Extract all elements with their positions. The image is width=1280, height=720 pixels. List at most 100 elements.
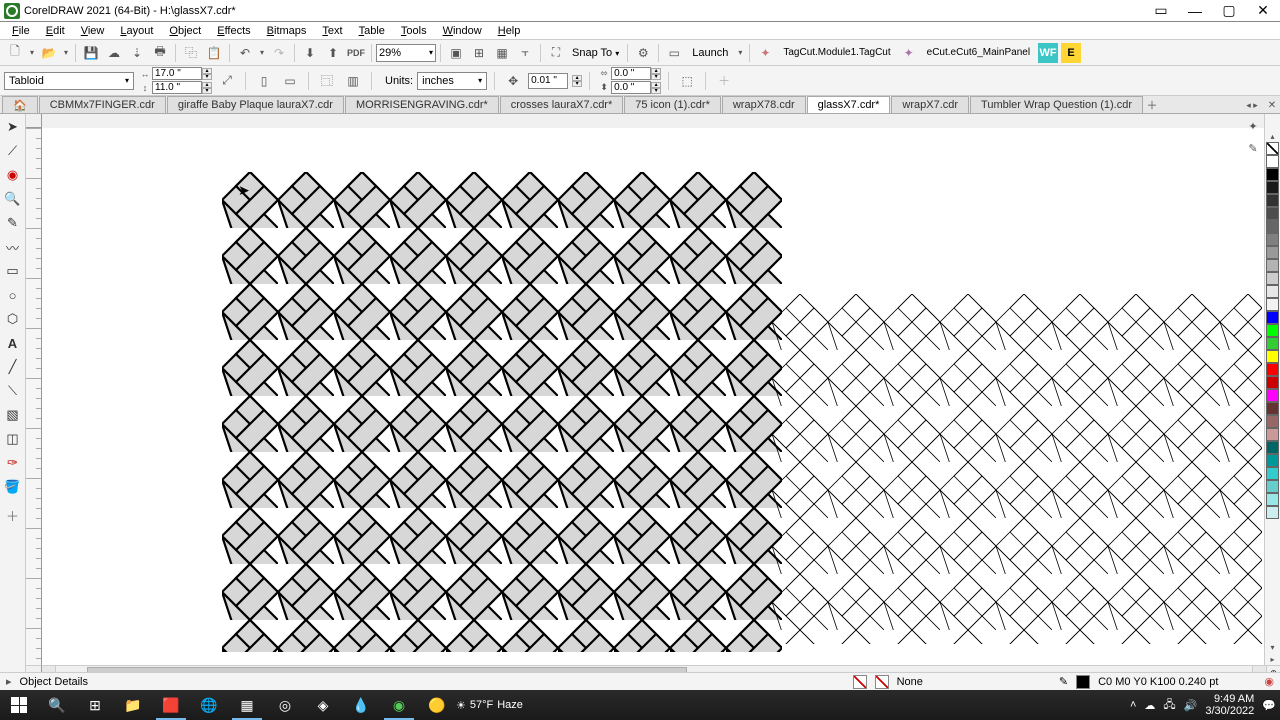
- doc-tab[interactable]: giraffe Baby Plaque lauraX7.cdr: [167, 96, 344, 113]
- launch-dropdown[interactable]: ▾: [735, 48, 745, 57]
- text-tool[interactable]: A: [2, 332, 24, 354]
- herringbone-pattern-outline[interactable]: [772, 294, 1262, 644]
- doc-tab[interactable]: crosses lauraX7.cdr*: [500, 96, 624, 113]
- menu-view[interactable]: View: [73, 25, 113, 37]
- snap-off-button[interactable]: ⛶: [545, 42, 567, 64]
- crop-tool[interactable]: ◉: [2, 164, 24, 186]
- close-document-button[interactable]: ✕: [1264, 97, 1280, 113]
- menu-edit[interactable]: Edit: [38, 25, 73, 37]
- drawing-canvas[interactable]: ➤: [42, 128, 1266, 665]
- menu-window[interactable]: Window: [435, 25, 490, 37]
- color-swatch[interactable]: [1266, 207, 1279, 220]
- cloud-download-button[interactable]: ⇣: [126, 42, 148, 64]
- color-swatch[interactable]: [1266, 220, 1279, 233]
- task-view-button[interactable]: ⊞: [76, 690, 114, 720]
- doc-tab[interactable]: 75 icon (1).cdr*: [624, 96, 721, 113]
- freehand-tool[interactable]: ✎: [2, 212, 24, 234]
- color-swatch[interactable]: [1266, 324, 1279, 337]
- ellipse-tool[interactable]: ○: [2, 284, 24, 306]
- minimize-button[interactable]: —: [1178, 1, 1212, 21]
- full-screen-button[interactable]: ▣: [445, 42, 467, 64]
- color-swatch[interactable]: [1266, 233, 1279, 246]
- zoom-tool[interactable]: 🔍: [2, 188, 24, 210]
- snap-to-dropdown[interactable]: Snap To ▾: [568, 47, 623, 59]
- launch-app-button[interactable]: ▭: [663, 42, 685, 64]
- import-button[interactable]: ⬇: [299, 42, 321, 64]
- redo-button[interactable]: ↷: [268, 42, 290, 64]
- vertical-ruler[interactable]: [26, 128, 42, 665]
- show-rulers-button[interactable]: ⊞: [468, 42, 490, 64]
- herringbone-pattern-filled[interactable]: [222, 172, 782, 652]
- copy-button[interactable]: ⿻: [180, 42, 202, 64]
- dup-x-input[interactable]: [611, 67, 651, 80]
- maximize-button[interactable]: ▢: [1212, 1, 1246, 21]
- outline-color-swatch[interactable]: [1076, 675, 1090, 689]
- taskbar-app-2[interactable]: 🌐: [190, 690, 228, 720]
- taskbar-search-button[interactable]: 🔍: [38, 690, 76, 720]
- color-swatch[interactable]: [1266, 285, 1279, 298]
- export-button[interactable]: ⬆: [322, 42, 344, 64]
- menu-tools[interactable]: Tools: [393, 25, 435, 37]
- color-swatch[interactable]: [1266, 155, 1279, 168]
- cloud-upload-button[interactable]: ☁: [103, 42, 125, 64]
- drop-shadow-tool[interactable]: ▧: [2, 404, 24, 426]
- color-swatch[interactable]: [1266, 246, 1279, 259]
- new-doc-button[interactable]: 🗋: [4, 42, 26, 64]
- doc-tab[interactable]: CBMMx7FINGER.cdr: [39, 96, 166, 113]
- fill-indicator-icon-2[interactable]: [875, 675, 889, 689]
- print-button[interactable]: 🖶: [149, 42, 171, 64]
- menu-help[interactable]: Help: [490, 25, 529, 37]
- landscape-button[interactable]: ▭: [279, 70, 301, 92]
- color-swatch[interactable]: [1266, 480, 1279, 493]
- transparency-tool[interactable]: ◫: [2, 428, 24, 450]
- taskbar-app-4[interactable]: ◎: [266, 690, 304, 720]
- color-swatch[interactable]: [1266, 467, 1279, 480]
- color-swatch[interactable]: [1266, 389, 1279, 402]
- publish-pdf-button[interactable]: PDF: [345, 42, 367, 64]
- notifications-button[interactable]: 💬: [1262, 699, 1276, 712]
- taskbar-coreldraw[interactable]: ◉: [380, 690, 418, 720]
- new-doc-dropdown[interactable]: ▾: [27, 48, 37, 57]
- color-swatch[interactable]: [1266, 376, 1279, 389]
- color-swatch[interactable]: [1266, 402, 1279, 415]
- polygon-tool[interactable]: ⬡: [2, 308, 24, 330]
- taskbar-app-1[interactable]: 🟥: [152, 690, 190, 720]
- page-height-input[interactable]: [152, 81, 202, 94]
- parallel-dim-tool[interactable]: ╱: [2, 356, 24, 378]
- width-spinner[interactable]: ▴▾: [202, 68, 212, 80]
- taskbar-app-6[interactable]: 💧: [342, 690, 380, 720]
- taskbar-app-5[interactable]: ◈: [304, 690, 342, 720]
- fill-indicator-icon[interactable]: [853, 675, 867, 689]
- doc-tab[interactable]: wrapX78.cdr: [722, 96, 806, 113]
- current-page-button[interactable]: ▥: [342, 70, 364, 92]
- tray-network-icon[interactable]: 🖧: [1163, 696, 1175, 715]
- color-swatch[interactable]: [1266, 298, 1279, 311]
- clock[interactable]: 9:49 AM 3/30/2022: [1205, 693, 1254, 717]
- color-swatch[interactable]: [1266, 363, 1279, 376]
- shape-tool[interactable]: ⟋: [2, 140, 24, 162]
- open-dropdown[interactable]: ▾: [61, 48, 71, 57]
- page-preset-combo[interactable]: Tabloid▾: [4, 72, 134, 90]
- show-guidelines-button[interactable]: ⫟: [514, 42, 536, 64]
- tagcut-icon[interactable]: ✦: [754, 42, 776, 64]
- color-swatch[interactable]: [1266, 493, 1279, 506]
- rectangle-tool[interactable]: ▭: [2, 260, 24, 282]
- launch-label[interactable]: Launch: [686, 47, 734, 59]
- menu-file[interactable]: File: [4, 25, 38, 37]
- wf-button[interactable]: WF: [1038, 43, 1058, 63]
- palette-down-button[interactable]: ▾: [1270, 641, 1274, 653]
- show-grid-button[interactable]: ▦: [491, 42, 513, 64]
- doc-tab[interactable]: Tumbler Wrap Question (1).cdr: [970, 96, 1143, 113]
- color-swatch[interactable]: [1266, 350, 1279, 363]
- color-swatch[interactable]: [1266, 428, 1279, 441]
- height-spinner[interactable]: ▴▾: [202, 82, 212, 94]
- menu-layout[interactable]: Layout: [112, 25, 161, 37]
- menu-effects[interactable]: Effects: [209, 25, 258, 37]
- tray-volume-icon[interactable]: 🔊: [1184, 699, 1198, 712]
- tagcut-label[interactable]: TagCut.Module1.TagCut: [777, 47, 896, 58]
- save-button[interactable]: 💾: [80, 42, 102, 64]
- palette-up-button[interactable]: ▴: [1270, 130, 1274, 142]
- connector-tool[interactable]: ⟍: [2, 380, 24, 402]
- nudge-spinner[interactable]: ▴▾: [572, 75, 582, 87]
- fill-tool[interactable]: 🪣: [2, 476, 24, 498]
